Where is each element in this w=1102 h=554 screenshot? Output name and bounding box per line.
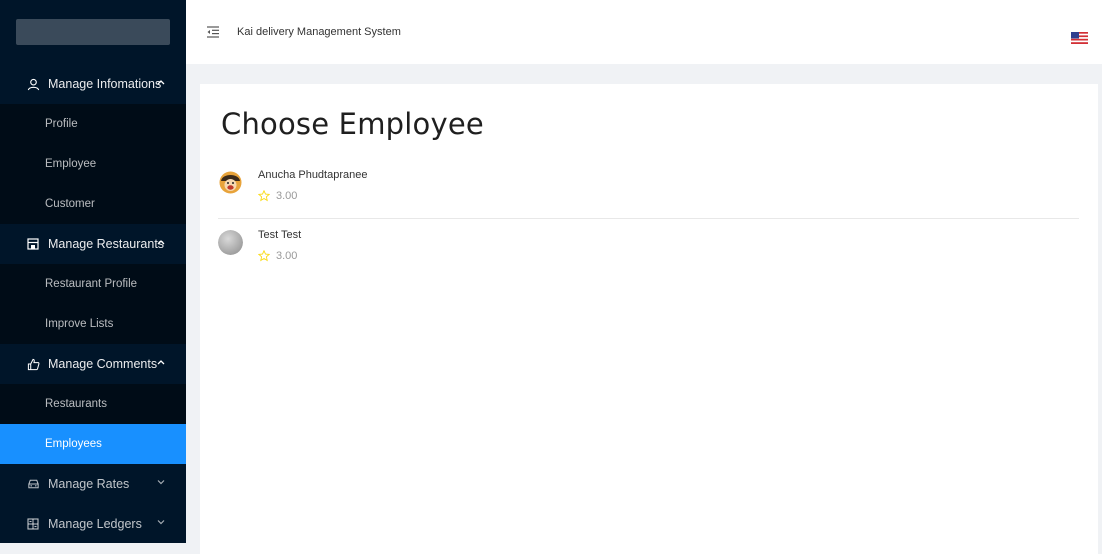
us-flag-icon[interactable] (1071, 31, 1088, 44)
menu-fold-icon[interactable] (206, 25, 220, 39)
menu-label: Manage Restaurants (48, 237, 165, 251)
employee-list-item[interactable]: Anucha Phudtapranee 3.00 (218, 162, 1079, 218)
menu-label: Manage Rates (48, 477, 130, 491)
employee-name: Test Test (258, 229, 302, 241)
page-title: Choose Employee (221, 107, 484, 141)
menu-label: Manage Ledgers (48, 517, 142, 531)
logo (16, 19, 170, 45)
star-icon (258, 250, 270, 262)
user-icon (26, 77, 40, 91)
divider (218, 218, 1079, 219)
employee-rating: 3.00 (258, 190, 297, 202)
top-header: Kai delivery Management System (186, 0, 1102, 64)
rating-value: 3.00 (276, 190, 298, 202)
rating-value: 3.00 (276, 250, 298, 262)
chevron-up-icon (156, 77, 166, 87)
chevron-up-icon (156, 237, 166, 247)
employee-rating: 3.00 (258, 250, 297, 262)
menu-item-employee[interactable]: Employee (0, 144, 186, 184)
sidebar: Manage Infomations Profile Employee Cust… (0, 0, 186, 543)
car-icon (26, 477, 40, 491)
menu-manage-rates[interactable]: Manage Rates (0, 464, 186, 504)
menu-manage-infomations[interactable]: Manage Infomations (0, 64, 186, 104)
employee-name: Anucha Phudtapranee (258, 169, 368, 181)
menu-item-restaurant-profile[interactable]: Restaurant Profile (0, 264, 186, 304)
menu-item-profile[interactable]: Profile (0, 104, 186, 144)
menu-manage-ledgers[interactable]: Manage Ledgers (0, 504, 186, 543)
logo-area (0, 0, 186, 64)
menu-label: Manage Comments (48, 357, 158, 371)
submenu-manage-restaurants: Restaurant Profile Improve Lists (0, 264, 186, 344)
avatar (218, 170, 243, 195)
app-title: Kai delivery Management System (237, 26, 401, 38)
avatar (218, 230, 243, 255)
shop-icon (26, 237, 40, 251)
calculator-icon (26, 517, 40, 531)
menu-item-employees[interactable]: Employees (0, 424, 186, 464)
submenu-manage-infomations: Profile Employee Customer (0, 104, 186, 224)
menu-label: Manage Infomations (48, 77, 162, 91)
menu-manage-restaurants[interactable]: Manage Restaurants (0, 224, 186, 264)
menu-item-improve-lists[interactable]: Improve Lists (0, 304, 186, 344)
menu-item-customer[interactable]: Customer (0, 184, 186, 224)
star-icon (258, 190, 270, 202)
like-icon (26, 357, 40, 371)
menu-manage-comments[interactable]: Manage Comments (0, 344, 186, 384)
chevron-down-icon (156, 477, 166, 487)
chevron-down-icon (156, 517, 166, 527)
content-card: Choose Employee Anucha Phudtapranee 3.00 (200, 84, 1098, 554)
employee-list: Anucha Phudtapranee 3.00 Test Test 3.00 (218, 162, 1079, 278)
chevron-up-icon (156, 357, 166, 367)
submenu-manage-comments: Restaurants Employees (0, 384, 186, 464)
employee-list-item[interactable]: Test Test 3.00 (218, 222, 1079, 278)
menu-item-restaurants[interactable]: Restaurants (0, 384, 186, 424)
